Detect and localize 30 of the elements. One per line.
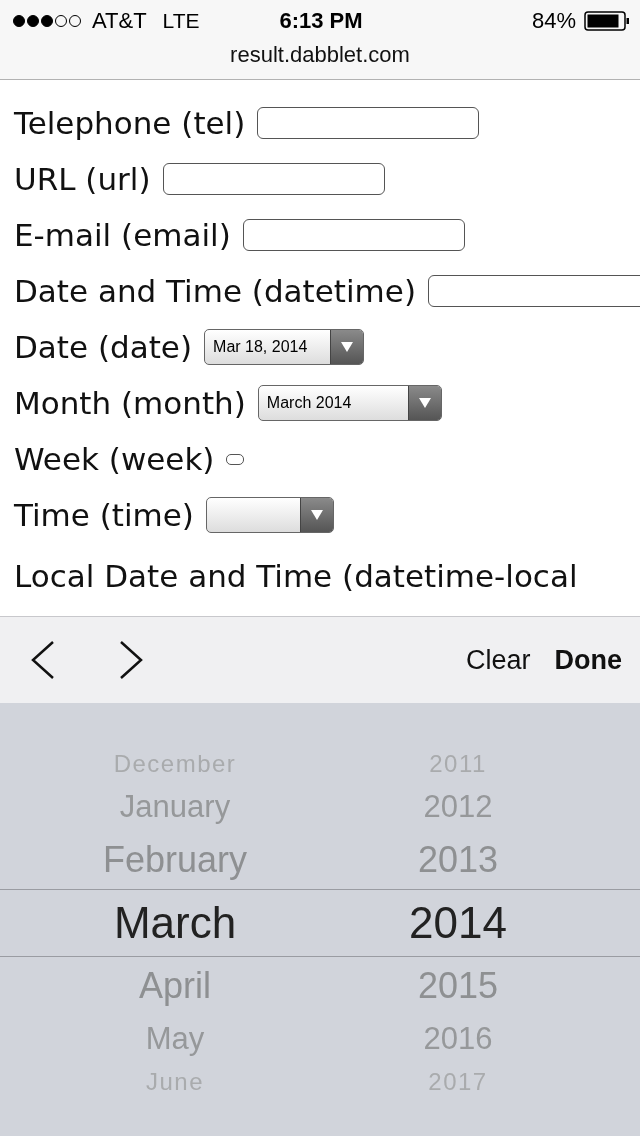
picker-row[interactable]: March 2014: [0, 889, 640, 957]
field-label: Telephone (tel): [14, 105, 246, 141]
input-field[interactable]: [428, 275, 640, 307]
battery-percent: 84%: [531, 8, 576, 34]
input-field[interactable]: [257, 107, 480, 139]
select-field[interactable]: Mar 18, 2014: [204, 329, 365, 365]
field-label: Week (week): [14, 441, 215, 477]
field-label: URL (url): [14, 161, 151, 197]
network-type: LTE: [162, 9, 200, 33]
signal-icon: [12, 14, 84, 28]
dropdown-arrow-icon: [340, 341, 355, 353]
field-label: Local Date and Time (datetime-local: [14, 558, 578, 594]
address-text[interactable]: result.dabblet.com: [230, 42, 410, 68]
field-label: Month (month): [14, 385, 246, 421]
dropdown-arrow-icon: [309, 509, 324, 521]
carrier-name: AT&T: [92, 8, 147, 34]
select-field[interactable]: March 2014: [257, 385, 442, 421]
field-label: E-mail (email): [14, 217, 231, 253]
input-field[interactable]: [242, 219, 465, 251]
field-label: Date and Time (datetime): [14, 273, 416, 309]
dropdown-arrow-icon: [417, 397, 432, 409]
input-field[interactable]: [226, 453, 245, 465]
field-label: Date (date): [14, 329, 193, 365]
clock-time: 6:13 PM: [279, 8, 363, 34]
battery-icon: [584, 11, 630, 31]
select-field[interactable]: [205, 497, 334, 533]
field-label: Time (time): [14, 497, 194, 533]
done-button[interactable]: Done: [554, 644, 622, 676]
clear-button[interactable]: Clear: [465, 644, 531, 676]
input-field[interactable]: [162, 163, 385, 195]
